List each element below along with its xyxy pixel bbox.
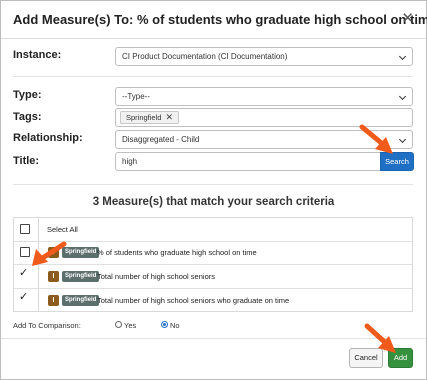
table-row: ✓ I Springfield Total number of high sch…	[14, 289, 412, 313]
dialog-header: Add Measure(s) To: % of students who gra…	[1, 1, 427, 39]
measure-title: % of students who graduate high school o…	[97, 248, 257, 257]
select-all-label: Select All	[47, 225, 78, 234]
search-button[interactable]: Search	[380, 152, 414, 171]
comparison-yes-radio[interactable]	[115, 321, 122, 328]
relationship-label: Relationship:	[13, 132, 83, 144]
table-row: I Springfield % of students who graduate…	[14, 241, 412, 265]
chevron-down-icon	[398, 135, 407, 144]
relationship-select[interactable]: Disaggregated - Child	[115, 130, 413, 149]
footer-divider	[1, 338, 426, 339]
select-all-checkbox[interactable]	[20, 224, 30, 234]
title-label: Title:	[13, 155, 40, 167]
close-icon[interactable]: ✕	[401, 11, 414, 26]
title-search-value: high	[122, 157, 138, 166]
instance-select[interactable]: CI Product Documentation (CI Documentati…	[115, 47, 413, 66]
measure-title: Total number of high school seniors	[97, 272, 215, 281]
tag-chip-label: Springfield	[126, 113, 162, 122]
measure-title: Total number of high school seniors who …	[97, 296, 290, 305]
table-header-row: Select All	[14, 218, 412, 242]
location-badge: Springfield	[62, 247, 100, 258]
indicator-icon: I	[48, 271, 59, 282]
type-value: --Type--	[122, 92, 150, 101]
tags-label: Tags:	[13, 111, 42, 123]
checkmark-icon[interactable]: ✓	[19, 268, 28, 279]
add-measures-dialog: Add Measure(s) To: % of students who gra…	[0, 0, 427, 380]
add-button[interactable]: Add	[388, 348, 413, 368]
location-badge: Springfield	[62, 271, 100, 282]
comparison-no-label: No	[170, 321, 180, 330]
tag-chip: Springfield ✕	[120, 111, 179, 124]
instance-label: Instance:	[13, 49, 62, 61]
indicator-icon: I	[48, 295, 59, 306]
instance-value: CI Product Documentation (CI Documentati…	[122, 52, 288, 61]
chevron-down-icon	[398, 92, 407, 101]
chevron-down-icon	[398, 52, 407, 61]
type-select[interactable]: --Type--	[115, 87, 413, 106]
comparison-no-radio[interactable]	[161, 321, 168, 328]
row-checkbox[interactable]	[20, 247, 30, 257]
comparison-yes-label: Yes	[124, 321, 137, 330]
results-table: Select All I Springfield % of students w…	[13, 217, 413, 312]
indicator-icon: I	[48, 247, 59, 258]
location-badge: Springfield	[62, 295, 100, 306]
table-row: ✓ I Springfield Total number of high sch…	[14, 265, 412, 289]
divider	[13, 76, 413, 77]
title-search-input[interactable]: high	[115, 152, 381, 171]
checkmark-icon[interactable]: ✓	[19, 292, 28, 303]
tags-input[interactable]: Springfield ✕	[115, 108, 413, 127]
results-heading: 3 Measure(s) that match your search crit…	[92, 196, 335, 208]
dialog-title: Add Measure(s) To: % of students who gra…	[13, 12, 427, 27]
divider	[13, 184, 413, 185]
type-label: Type:	[13, 89, 42, 101]
cancel-button[interactable]: Cancel	[349, 348, 383, 368]
remove-tag-icon[interactable]: ✕	[165, 112, 173, 122]
add-to-comparison-label: Add To Comparison:	[13, 321, 81, 330]
relationship-value: Disaggregated - Child	[122, 135, 200, 144]
